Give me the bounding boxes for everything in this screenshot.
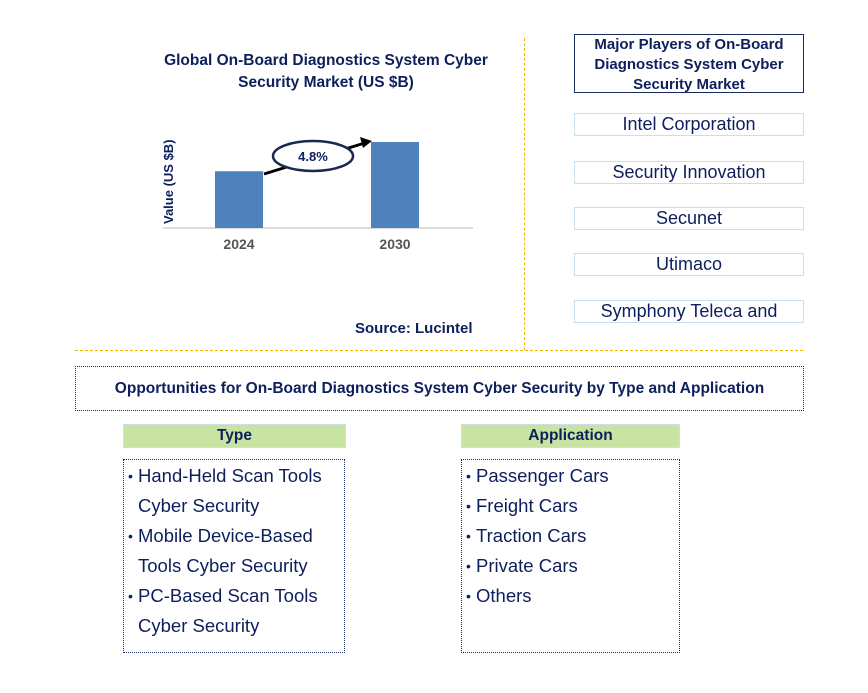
type-header: Type: [123, 424, 346, 448]
application-header: Application: [461, 424, 680, 448]
chart-title: Global On-Board Diagnostics System Cyber…: [164, 52, 488, 91]
type-item-label: Mobile Device-Based Tools Cyber Security: [138, 525, 313, 576]
type-item: • Mobile Device-Based Tools Cyber Securit…: [128, 521, 340, 581]
player-item: Security Innovation: [574, 161, 804, 184]
player-item: Symphony Teleca and: [574, 300, 804, 323]
horizontal-divider: [75, 350, 803, 351]
application-item-label: Passenger Cars: [476, 465, 609, 486]
bar-2030: [371, 142, 419, 228]
bullet-icon: •: [128, 468, 133, 484]
player-item: Intel Corporation: [574, 113, 804, 136]
type-item-label: Hand-Held Scan Tools Cyber Security: [138, 465, 322, 516]
player-item: Secunet: [574, 207, 804, 230]
application-item-label: Freight Cars: [476, 495, 578, 516]
x-tick-label: 2030: [379, 236, 410, 252]
bar-2024: [215, 171, 263, 228]
application-item: • Private Cars: [466, 551, 675, 581]
bullet-icon: •: [466, 588, 471, 604]
application-item: • Others: [466, 581, 675, 611]
source-label: Source: Lucintel: [355, 320, 473, 337]
bar-chart: Value (US $B) 2024 2030 4.8%: [161, 137, 473, 252]
opportunities-title: Opportunities for On-Board Diagnostics S…: [75, 366, 804, 411]
bullet-icon: •: [466, 498, 471, 514]
application-item-label: Others: [476, 585, 532, 606]
application-item-label: Traction Cars: [476, 525, 587, 546]
bullet-icon: •: [466, 558, 471, 574]
bullet-icon: •: [128, 588, 133, 604]
type-item: • PC-Based Scan Tools Cyber Security: [128, 581, 340, 641]
vertical-divider: [524, 38, 525, 350]
application-item-label: Private Cars: [476, 555, 578, 576]
application-list: • Passenger Cars • Freight Cars • Traction …: [461, 459, 680, 653]
bullet-icon: •: [466, 468, 471, 484]
cagr-arrowhead: [360, 137, 372, 148]
cagr-label: 4.8%: [298, 149, 328, 164]
type-item-label: PC-Based Scan Tools Cyber Security: [138, 585, 318, 636]
type-item: • Hand-Held Scan Tools Cyber Security: [128, 461, 340, 521]
x-tick-label: 2024: [223, 236, 254, 252]
y-axis-label: Value (US $B): [161, 139, 176, 224]
bullet-icon: •: [128, 528, 133, 544]
players-title: Major Players of On-Board Diagnostics Sy…: [574, 34, 804, 93]
application-item: • Traction Cars: [466, 521, 675, 551]
application-item: • Freight Cars: [466, 491, 675, 521]
application-item: • Passenger Cars: [466, 461, 675, 491]
player-item: Utimaco: [574, 253, 804, 276]
bullet-icon: •: [466, 528, 471, 544]
type-list: • Hand-Held Scan Tools Cyber Security • Mo…: [123, 459, 345, 653]
